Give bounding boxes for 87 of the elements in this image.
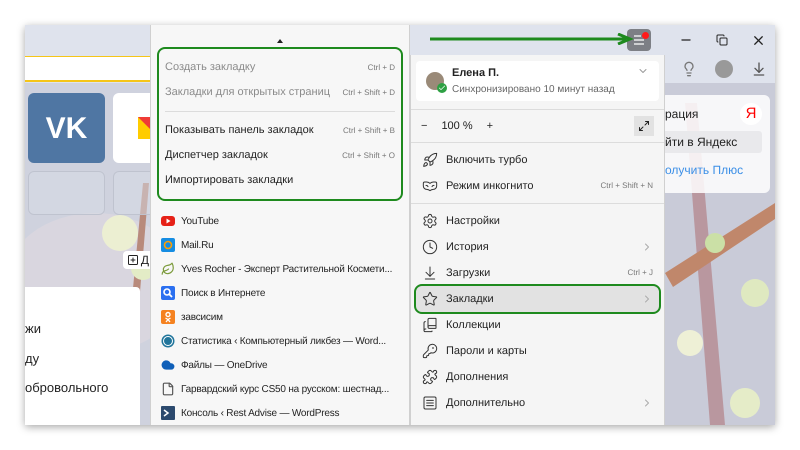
card-title: рация bbox=[665, 106, 698, 123]
tile[interactable]: VK bbox=[28, 93, 105, 163]
scroll-up-icon[interactable] bbox=[277, 39, 283, 43]
download-icon bbox=[422, 265, 438, 281]
bookmark-item[interactable]: Гарвардский курс CS50 на русском: шестнад... bbox=[157, 377, 403, 401]
card-text: ду bbox=[25, 350, 40, 368]
shortcut-label: Ctrl + Shift + N bbox=[600, 180, 653, 192]
menu-item-label: Импортировать закладки bbox=[165, 173, 294, 188]
menu-item[interactable]: Коллекции bbox=[416, 312, 659, 338]
download-icon[interactable] bbox=[751, 61, 767, 77]
bookmark-item[interactable]: Консоль ‹ Rest Advise — WordPress bbox=[157, 401, 403, 425]
plus-icon bbox=[126, 254, 139, 266]
bookmark-item[interactable]: Yves Rocher - Эксперт Растительной Космети... bbox=[157, 257, 403, 281]
menu-item-label: Пароли и карты bbox=[446, 344, 528, 359]
add-button[interactable]: Д bbox=[122, 251, 150, 269]
menu-item[interactable]: Импортировать закладки bbox=[165, 168, 395, 193]
profile-card[interactable]: Елена П. Синхронизировано 10 минут назад bbox=[416, 61, 659, 101]
menu-item[interactable]: История bbox=[416, 234, 659, 260]
shortcut-label: Ctrl + Shift + B bbox=[342, 124, 395, 136]
shortcut-label: Ctrl + J bbox=[627, 267, 653, 279]
leaf-icon bbox=[161, 262, 175, 276]
puzzle-icon bbox=[422, 369, 438, 385]
zoom-out-button[interactable]: − bbox=[421, 118, 428, 134]
menu-item-label: Коллекции bbox=[446, 318, 502, 333]
menu-item-label: Закладки bbox=[446, 292, 495, 307]
menu-item-label: Загрузки bbox=[446, 266, 492, 281]
cloud-icon bbox=[161, 358, 175, 372]
bookmark-item[interactable]: Статистика ‹ Компьютерный ликбез — Word... bbox=[157, 329, 403, 353]
menu-item[interactable]: Включить турбо bbox=[416, 147, 659, 173]
fullscreen-button[interactable] bbox=[634, 116, 654, 136]
play-logo-icon bbox=[161, 214, 175, 228]
menu-item-label: Дополнения bbox=[446, 370, 510, 385]
menu-item[interactable]: Настройки bbox=[416, 208, 659, 234]
menu-item-label: История bbox=[446, 240, 490, 255]
tile[interactable] bbox=[113, 171, 150, 215]
menu-icon bbox=[633, 35, 645, 45]
tile[interactable] bbox=[28, 171, 105, 215]
file-icon bbox=[161, 382, 175, 396]
expand-icon bbox=[638, 120, 650, 132]
search-icon bbox=[161, 286, 175, 300]
avatar bbox=[426, 72, 444, 90]
profile-name: Елена П. bbox=[452, 66, 500, 82]
key-icon bbox=[422, 343, 438, 359]
menu-item[interactable]: Дополнения bbox=[416, 364, 659, 390]
menu-item-label: Дополнительно bbox=[446, 396, 526, 411]
tile[interactable] bbox=[113, 93, 150, 163]
menu-item[interactable]: Показывать панель закладок Ctrl + Shift + B bbox=[165, 118, 395, 143]
collections-icon bbox=[422, 317, 438, 333]
zoom-in-button[interactable]: + bbox=[486, 118, 494, 134]
yandex-logo: Я bbox=[740, 103, 762, 125]
clock-icon bbox=[422, 239, 438, 255]
menu-item[interactable]: Режим инкогнито Ctrl + Shift + N bbox=[416, 173, 659, 199]
sync-status: Синхронизировано 10 минут назад bbox=[452, 82, 616, 97]
menu-item-label: Включить турбо bbox=[446, 152, 528, 168]
envelope-icon bbox=[138, 117, 150, 139]
bookmark-item[interactable]: Файлы — OneDrive bbox=[157, 353, 403, 377]
menu-item[interactable]: Диспетчер закладок Ctrl + Shift + O bbox=[165, 143, 395, 168]
card-text: жи bbox=[25, 320, 42, 338]
rocket-icon bbox=[422, 152, 438, 168]
settings-icon bbox=[422, 213, 438, 229]
star-icon bbox=[422, 291, 438, 307]
menu-item[interactable]: Загрузки Ctrl + J bbox=[416, 260, 659, 286]
bookmark-item[interactable]: YouTube bbox=[157, 209, 403, 233]
console-icon bbox=[161, 406, 175, 420]
zoom-value: 100 % bbox=[441, 118, 473, 134]
circle-logo-icon bbox=[161, 334, 175, 348]
more-icon bbox=[422, 395, 438, 411]
menu-item-label: Настройки bbox=[446, 214, 501, 229]
person-logo-icon bbox=[161, 310, 175, 324]
menu-item[interactable]: Дополнительно bbox=[416, 390, 659, 416]
menu-item-label: Создать закладку bbox=[165, 60, 256, 76]
menu-item-label: Режим инкогнито bbox=[446, 178, 535, 194]
card-text: обровольного bbox=[25, 379, 110, 397]
bookmark-item[interactable]: Mail.Ru bbox=[157, 233, 403, 257]
restore-icon bbox=[716, 34, 728, 46]
menu-item[interactable]: Пароли и карты bbox=[416, 338, 659, 364]
menu-item-label: Диспетчер закладок bbox=[165, 148, 268, 164]
menu-item-label: Закладки для открытых страниц bbox=[165, 85, 330, 100]
tile-logo: VK bbox=[46, 110, 88, 146]
bookmark-item[interactable]: Поиск в Интернете bbox=[157, 281, 403, 305]
menu-button[interactable] bbox=[627, 29, 651, 51]
menu-item[interactable]: Закладки bbox=[416, 286, 659, 312]
shortcut-label: Ctrl + D bbox=[368, 62, 395, 74]
menu-item-label: Показывать панель закладок bbox=[165, 123, 314, 138]
shortcut-label: Ctrl + Shift + O bbox=[342, 150, 395, 162]
bookmark-item[interactable]: завсисим bbox=[157, 305, 403, 329]
shortcut-label: Ctrl + Shift + D bbox=[342, 86, 395, 98]
